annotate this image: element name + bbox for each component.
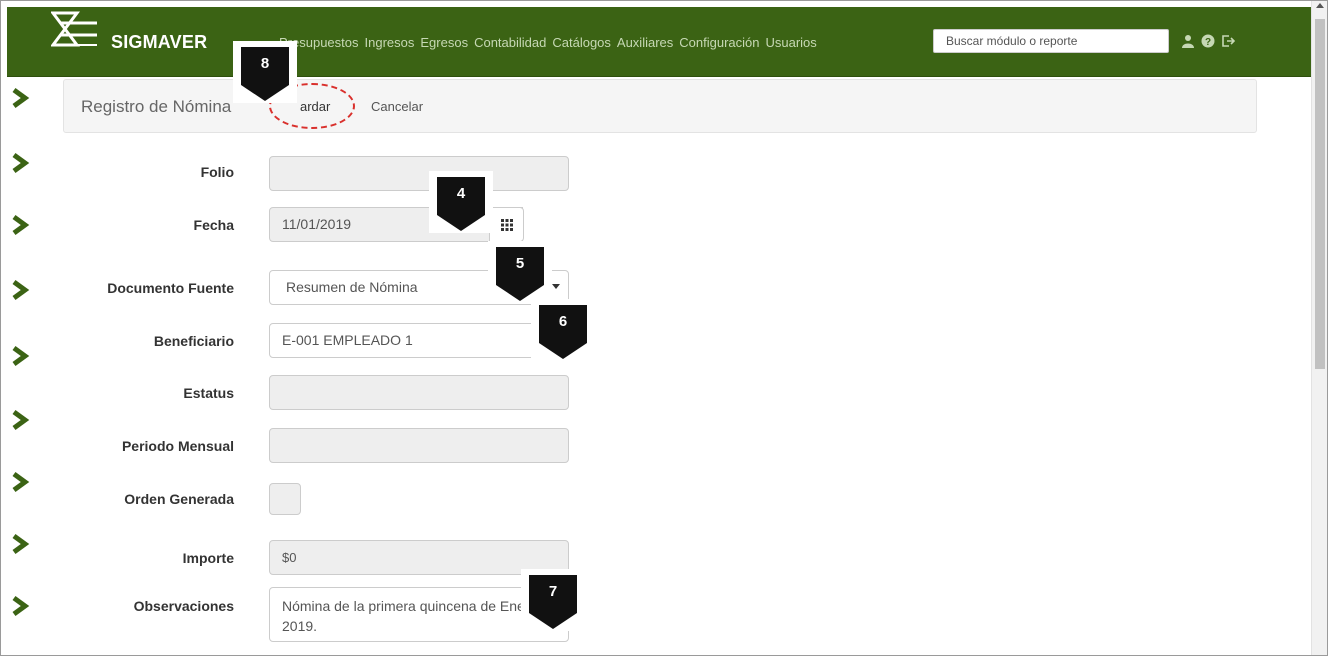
cancel-button[interactable]: Cancelar — [371, 99, 423, 114]
page-scrollbar[interactable] — [1311, 1, 1327, 655]
sigmaver-logo-icon — [51, 11, 97, 47]
importe-label: Importe — [182, 550, 234, 566]
chevron-right-icon[interactable] — [9, 595, 31, 617]
nav-item-contabilidad[interactable]: Contabilidad — [474, 35, 546, 50]
nav-item-auxiliares[interactable]: Auxiliares — [617, 35, 673, 50]
chevron-right-icon[interactable] — [9, 87, 31, 109]
help-icon[interactable]: ? — [1201, 34, 1215, 48]
estatus-label: Estatus — [183, 385, 234, 401]
chevron-right-icon[interactable] — [9, 279, 31, 301]
documento-fuente-label: Documento Fuente — [107, 280, 234, 296]
marker-number: 7 — [548, 583, 558, 600]
folio-field[interactable] — [269, 156, 569, 191]
chevron-right-icon[interactable] — [9, 471, 31, 493]
main-menu: Presupuestos Ingresos Egresos Contabilid… — [279, 35, 817, 50]
svg-text:?: ? — [1205, 37, 1211, 48]
brand-name[interactable]: SIGMAVER — [111, 32, 207, 53]
marker-arrow-icon — [437, 177, 485, 231]
calendar-button[interactable] — [489, 207, 524, 242]
observaciones-label: Observaciones — [133, 598, 234, 614]
fecha-label: Fecha — [193, 217, 234, 233]
scroll-thumb[interactable] — [1315, 19, 1325, 369]
documento-fuente-value: Resumen de Nómina — [286, 279, 418, 295]
callout-marker-6: 6 — [531, 299, 595, 365]
marker-arrow-icon — [241, 47, 289, 101]
logout-icon[interactable] — [1221, 34, 1235, 48]
chevron-right-icon[interactable] — [9, 152, 31, 174]
marker-number: 4 — [456, 185, 466, 202]
user-icon[interactable] — [1181, 34, 1195, 48]
estatus-field[interactable] — [269, 375, 569, 410]
navbar-icons: ? — [1181, 34, 1235, 48]
chevron-right-icon[interactable] — [9, 214, 31, 236]
orden-generada-label: Orden Generada — [124, 491, 234, 507]
folio-label: Folio — [200, 164, 234, 180]
callout-marker-7: 7 — [521, 569, 585, 635]
chevron-down-icon — [552, 284, 560, 289]
top-navbar: SIGMAVER Presupuestos Ingresos Egresos C… — [7, 7, 1311, 77]
marker-number: 8 — [260, 55, 270, 72]
nav-item-catalogos[interactable]: Catálogos — [552, 35, 611, 50]
marker-number: 6 — [558, 313, 568, 330]
chevron-right-icon[interactable] — [9, 409, 31, 431]
scroll-up-arrow-icon[interactable] — [1316, 3, 1324, 8]
marker-arrow-icon — [529, 575, 577, 629]
marker-arrow-icon — [539, 305, 587, 359]
marker-arrow-icon — [496, 247, 544, 301]
nav-item-ingresos[interactable]: Ingresos — [365, 35, 415, 50]
app-window: SIGMAVER Presupuestos Ingresos Egresos C… — [0, 0, 1328, 656]
callout-marker-8: 8 — [233, 41, 297, 107]
beneficiario-field[interactable]: E-001 EMPLEADO 1 — [269, 323, 569, 358]
marker-number: 5 — [515, 255, 525, 272]
chevron-right-icon[interactable] — [9, 345, 31, 367]
periodo-mensual-label: Periodo Mensual — [121, 438, 234, 454]
beneficiario-label: Beneficiario — [153, 333, 234, 349]
nav-item-egresos[interactable]: Egresos — [420, 35, 468, 50]
nav-item-usuarios[interactable]: Usuarios — [765, 35, 816, 50]
callout-marker-5: 5 — [488, 241, 552, 307]
module-search-input[interactable] — [933, 29, 1169, 53]
orden-generada-checkbox[interactable] — [269, 483, 301, 515]
calendar-grid-icon — [501, 219, 513, 231]
left-rail — [9, 81, 33, 641]
nav-item-configuracion[interactable]: Configuración — [679, 35, 759, 50]
page-title: Registro de Nómina — [81, 97, 232, 116]
chevron-right-icon[interactable] — [9, 533, 31, 555]
callout-marker-4: 4 — [429, 171, 493, 237]
periodo-mensual-field[interactable] — [269, 428, 569, 463]
